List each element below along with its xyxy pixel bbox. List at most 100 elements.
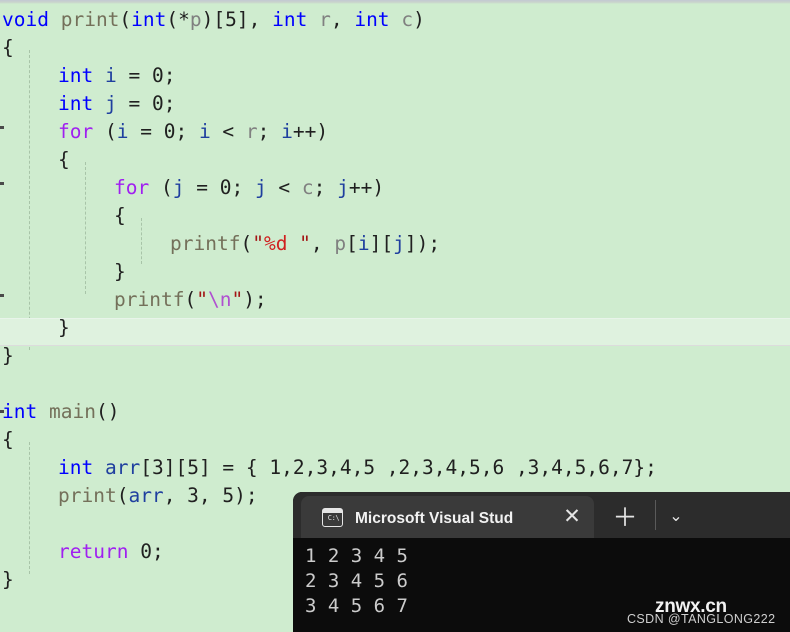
code-token: " [252, 232, 264, 255]
code-token: ; [175, 120, 199, 143]
code-token: 1,2,3,4,5 ,2,3,4,5,6 ,3,4,5,6,7 [269, 456, 634, 479]
screenshot-root: void print(int(*p)[5], int r, int c){int… [0, 0, 790, 632]
code-line[interactable]: { [114, 202, 126, 230]
code-token: ( [119, 8, 132, 31]
code-line[interactable]: } [2, 342, 14, 370]
code-line[interactable]: } [58, 314, 70, 342]
code-line[interactable]: int main() [2, 398, 119, 426]
code-line[interactable]: for (j = 0; j < c; j++) [114, 174, 384, 202]
code-token: = [128, 120, 164, 143]
console-output-line: 2 3 4 5 6 [305, 570, 408, 592]
watermark-credit: CSDN @TANGLONG222 [627, 612, 776, 626]
code-token: } [2, 344, 14, 367]
code-token: r [319, 8, 331, 31]
code-token: { [2, 428, 14, 451]
code-token: [ [346, 232, 358, 255]
code-token: }; [633, 456, 657, 479]
code-line[interactable]: int arr[3][5] = { 1,2,3,4,5 ,2,3,4,5,6 ,… [58, 454, 657, 482]
code-token: < [210, 120, 246, 143]
gutter-fold-tick[interactable] [0, 294, 4, 297]
code-token: ][ [369, 232, 394, 255]
code-token: i [198, 120, 211, 143]
code-token: i [281, 120, 293, 143]
code-token: 0 [163, 120, 176, 143]
code-token: int [354, 8, 390, 31]
code-token: 3 [187, 484, 199, 507]
code-token: ( [240, 232, 253, 255]
code-line[interactable]: print(arr, 3, 5); [58, 482, 258, 510]
code-token: ; [151, 540, 164, 563]
indent-guide-level-3 [141, 218, 142, 264]
code-line[interactable]: { [2, 34, 14, 62]
code-line[interactable]: { [2, 426, 14, 454]
code-token: print [60, 8, 120, 31]
console-titlebar: C:\ Microsoft Visual Studio 调试控 ✕ ＋ ⌄ [293, 492, 790, 538]
code-token: , [163, 484, 188, 507]
indent-guide-level-2 [85, 162, 86, 294]
code-line[interactable]: } [2, 566, 14, 594]
code-token: = [116, 64, 152, 87]
code-line[interactable]: return 0; [58, 538, 164, 566]
code-token: } [58, 316, 70, 339]
code-line[interactable]: } [114, 258, 126, 286]
current-line-highlight [0, 318, 790, 346]
code-line[interactable]: { [58, 146, 70, 174]
new-tab-icon[interactable]: ＋ [610, 501, 640, 532]
gutter-fold-tick[interactable] [0, 126, 4, 129]
code-token: %d [263, 232, 288, 255]
code-line[interactable]: printf("%d ", p[i][j]); [170, 230, 440, 258]
code-token: ++) [348, 176, 385, 199]
code-token: < [266, 176, 302, 199]
code-token: , [198, 484, 223, 507]
code-token: 0 [140, 540, 152, 563]
code-token: ], [236, 8, 273, 31]
code-token: { [114, 204, 126, 227]
code-token: 0 [151, 64, 164, 87]
console-cmd-icon-label: C:\ [327, 513, 340, 522]
code-line[interactable]: for (i = 0; i < r; i++) [58, 118, 328, 146]
console-tab[interactable]: C:\ Microsoft Visual Studio 调试控 [301, 496, 594, 538]
console-tab-title: Microsoft Visual Studio 调试控 [355, 510, 513, 527]
code-token: \n [207, 288, 232, 311]
code-token: arr [104, 456, 141, 479]
code-line[interactable]: int j = 0; [58, 90, 175, 118]
code-token: 0 [219, 176, 232, 199]
close-icon[interactable]: ✕ [558, 502, 586, 530]
code-token: int [2, 400, 38, 423]
code-token: (* [166, 8, 190, 31]
code-token: () [95, 400, 120, 423]
code-token: " [196, 288, 208, 311]
code-token: ++) [292, 120, 329, 143]
code-token: ; [163, 92, 176, 115]
titlebar-separator [655, 500, 656, 530]
code-token: ) [413, 8, 425, 31]
code-token: main [48, 400, 96, 423]
code-token: int [58, 92, 94, 115]
code-token: int [131, 8, 167, 31]
code-token: p [334, 232, 347, 255]
code-line[interactable]: printf("\n"); [114, 286, 267, 314]
code-token: p [189, 8, 202, 31]
code-token: { [58, 148, 70, 171]
indent-guide-level-1 [29, 50, 30, 350]
code-token: ; [231, 176, 255, 199]
code-token: ][ [163, 456, 188, 479]
console-output-line: 1 2 3 4 5 [305, 545, 408, 567]
code-token: ( [116, 484, 129, 507]
chevron-down-icon[interactable]: ⌄ [660, 502, 692, 530]
code-token: 5 [187, 456, 199, 479]
code-token: )[ [201, 8, 226, 31]
code-token: for [58, 120, 94, 143]
code-token: printf [170, 232, 241, 255]
code-line[interactable]: void print(int(*p)[5], int r, int c) [2, 6, 425, 34]
code-token: int [272, 8, 308, 31]
indent-guide-level-1-main [29, 442, 30, 574]
code-token: 0 [151, 92, 164, 115]
gutter-fold-tick[interactable] [0, 182, 4, 185]
code-token: ]); [404, 232, 441, 255]
code-token: } [2, 568, 14, 591]
code-line[interactable]: int i = 0; [58, 62, 175, 90]
code-token: [ [140, 456, 152, 479]
code-token: , [310, 232, 335, 255]
